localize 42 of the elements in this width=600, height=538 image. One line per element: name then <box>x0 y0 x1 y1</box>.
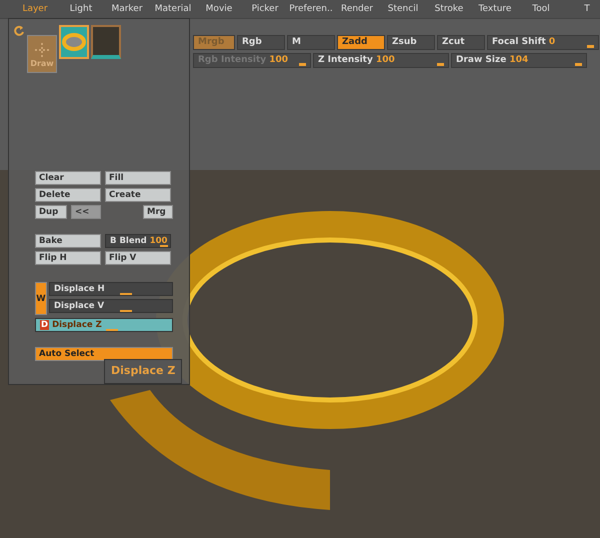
toolbar-button[interactable]: Zcut <box>437 35 485 50</box>
menu-item[interactable]: Marker <box>104 0 150 18</box>
layer-thumbnail[interactable] <box>59 25 89 59</box>
menu-item[interactable]: Movie <box>196 0 242 18</box>
panel-button[interactable]: Mrg <box>143 205 173 219</box>
menu-item[interactable]: Light <box>58 0 104 18</box>
panel-button[interactable]: Create <box>105 188 171 202</box>
refresh-icon[interactable] <box>13 25 25 37</box>
panel-button[interactable]: Flip V <box>105 251 171 265</box>
slider[interactable]: D Displace Z <box>35 318 173 332</box>
slider[interactable]: Z Intensity 100 <box>313 53 449 68</box>
slider[interactable]: Focal Shift 0 <box>487 35 599 50</box>
panel-button[interactable]: Delete <box>35 188 101 202</box>
panel-button[interactable]: << <box>71 205 101 219</box>
menu-item[interactable]: Layer <box>12 0 58 18</box>
panel-button[interactable]: Flip H <box>35 251 101 265</box>
panel-button[interactable]: Clear <box>35 171 101 185</box>
menu-item[interactable]: T <box>564 0 600 18</box>
auto-select-button[interactable]: Auto Select <box>35 347 173 361</box>
slider[interactable]: Displace V <box>49 299 173 313</box>
menu-item[interactable]: Stencil <box>380 0 426 18</box>
toolbar-button[interactable]: M <box>287 35 335 50</box>
menu-item[interactable]: Texture <box>472 0 518 18</box>
slider[interactable]: B Blend 100 <box>105 234 171 248</box>
panel-button[interactable]: Dup <box>35 205 67 219</box>
layer-thumbnail[interactable] <box>91 25 121 59</box>
menu-item[interactable]: Preferen.. <box>288 0 334 18</box>
toolbar-button[interactable]: Zsub <box>387 35 435 50</box>
toolbar-button[interactable]: Zadd <box>337 35 385 50</box>
toggle-button[interactable]: W <box>35 282 47 315</box>
slider[interactable]: Displace H <box>49 282 173 296</box>
move-icon <box>35 43 49 57</box>
panel-button[interactable]: Fill <box>105 171 171 185</box>
tooltip: Displace Z <box>104 359 182 384</box>
panel-button[interactable]: Bake <box>35 234 101 248</box>
menu-item[interactable]: Render <box>334 0 380 18</box>
menu-item[interactable]: Picker <box>242 0 288 18</box>
menu-item[interactable]: Material <box>150 0 196 18</box>
toolbar-button[interactable]: Rgb <box>237 35 285 50</box>
menu-item[interactable]: Stroke <box>426 0 472 18</box>
slider[interactable]: Draw Size 104 <box>451 53 587 68</box>
menu-item[interactable]: Tool <box>518 0 564 18</box>
